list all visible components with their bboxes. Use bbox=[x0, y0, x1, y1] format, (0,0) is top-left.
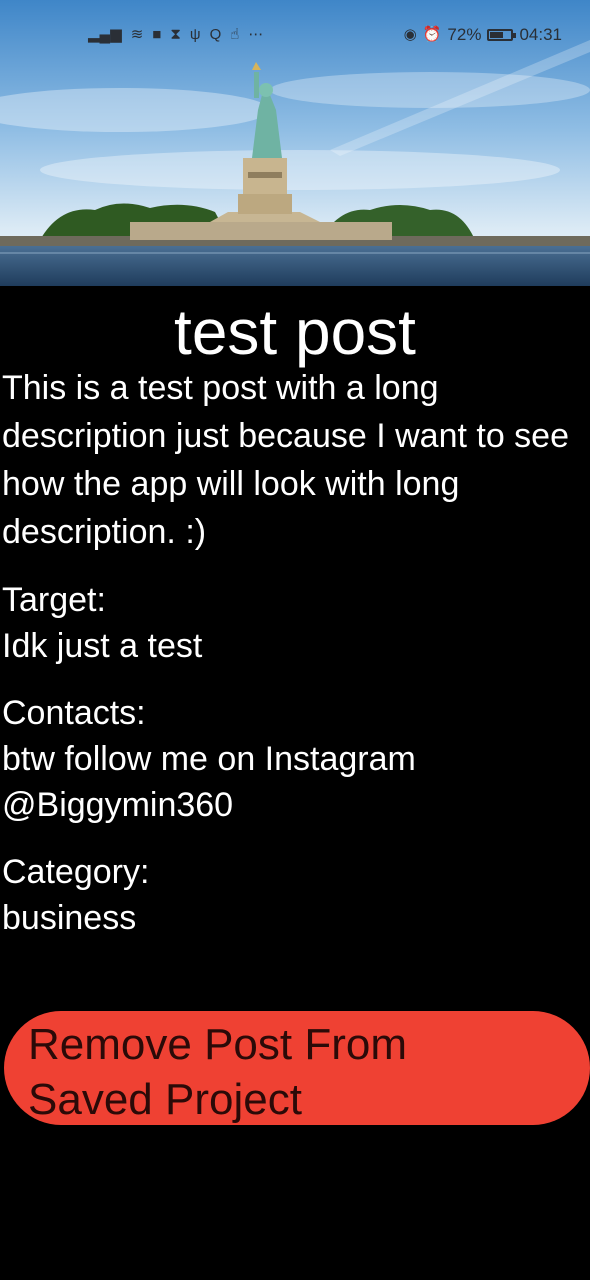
status-bar: ▂▄▆ ≋ ■ ⧗ ψ Q ☝ ⋯ ◉ ⏰ 72% 04:31 bbox=[0, 22, 590, 52]
category-value: business bbox=[2, 899, 137, 937]
touch-icon: ☝ bbox=[230, 26, 240, 43]
battery-level-fill bbox=[490, 32, 504, 38]
category-section: Category: business bbox=[2, 849, 590, 941]
signal-icon: ▂▄▆ bbox=[88, 26, 122, 43]
more-icon: ⋯ bbox=[248, 26, 264, 43]
category-label: Category: bbox=[2, 853, 150, 891]
status-icons-right: ◉ ⏰ 72% 04:31 bbox=[404, 25, 562, 45]
status-icons-left: ▂▄▆ ≋ ■ ⧗ ψ Q ☝ ⋯ bbox=[88, 25, 263, 45]
contacts-value: btw follow me on Instagram @Biggymin360 bbox=[2, 740, 416, 824]
post-description: This is a test post with a long descript… bbox=[2, 369, 569, 551]
hourglass-icon: ⧗ bbox=[170, 26, 181, 43]
post-details: test post This is a test post with a lon… bbox=[0, 286, 590, 941]
battery-percent: 72% bbox=[447, 25, 482, 44]
post-title: test post bbox=[174, 296, 416, 368]
battery-icon bbox=[487, 29, 517, 41]
contacts-label: Contacts: bbox=[2, 694, 146, 732]
remove-post-button[interactable]: Remove Post From Saved Project bbox=[4, 1011, 590, 1125]
wifi-icon: ≋ bbox=[130, 26, 144, 43]
remove-post-button-label: Remove Post From Saved Project bbox=[28, 1020, 407, 1124]
video-icon: ■ bbox=[152, 26, 162, 43]
usb-icon: ψ bbox=[189, 26, 201, 43]
eye-icon: ◉ bbox=[403, 26, 417, 43]
target-label: Target: bbox=[2, 581, 106, 619]
search-icon: Q bbox=[209, 26, 222, 43]
alarm-icon: ⏰ bbox=[422, 26, 442, 43]
target-value: Idk just a test bbox=[2, 627, 203, 665]
contacts-section: Contacts: btw follow me on Instagram @Bi… bbox=[2, 690, 590, 828]
target-section: Target: Idk just a test bbox=[2, 577, 590, 669]
status-time: 04:31 bbox=[519, 25, 562, 44]
